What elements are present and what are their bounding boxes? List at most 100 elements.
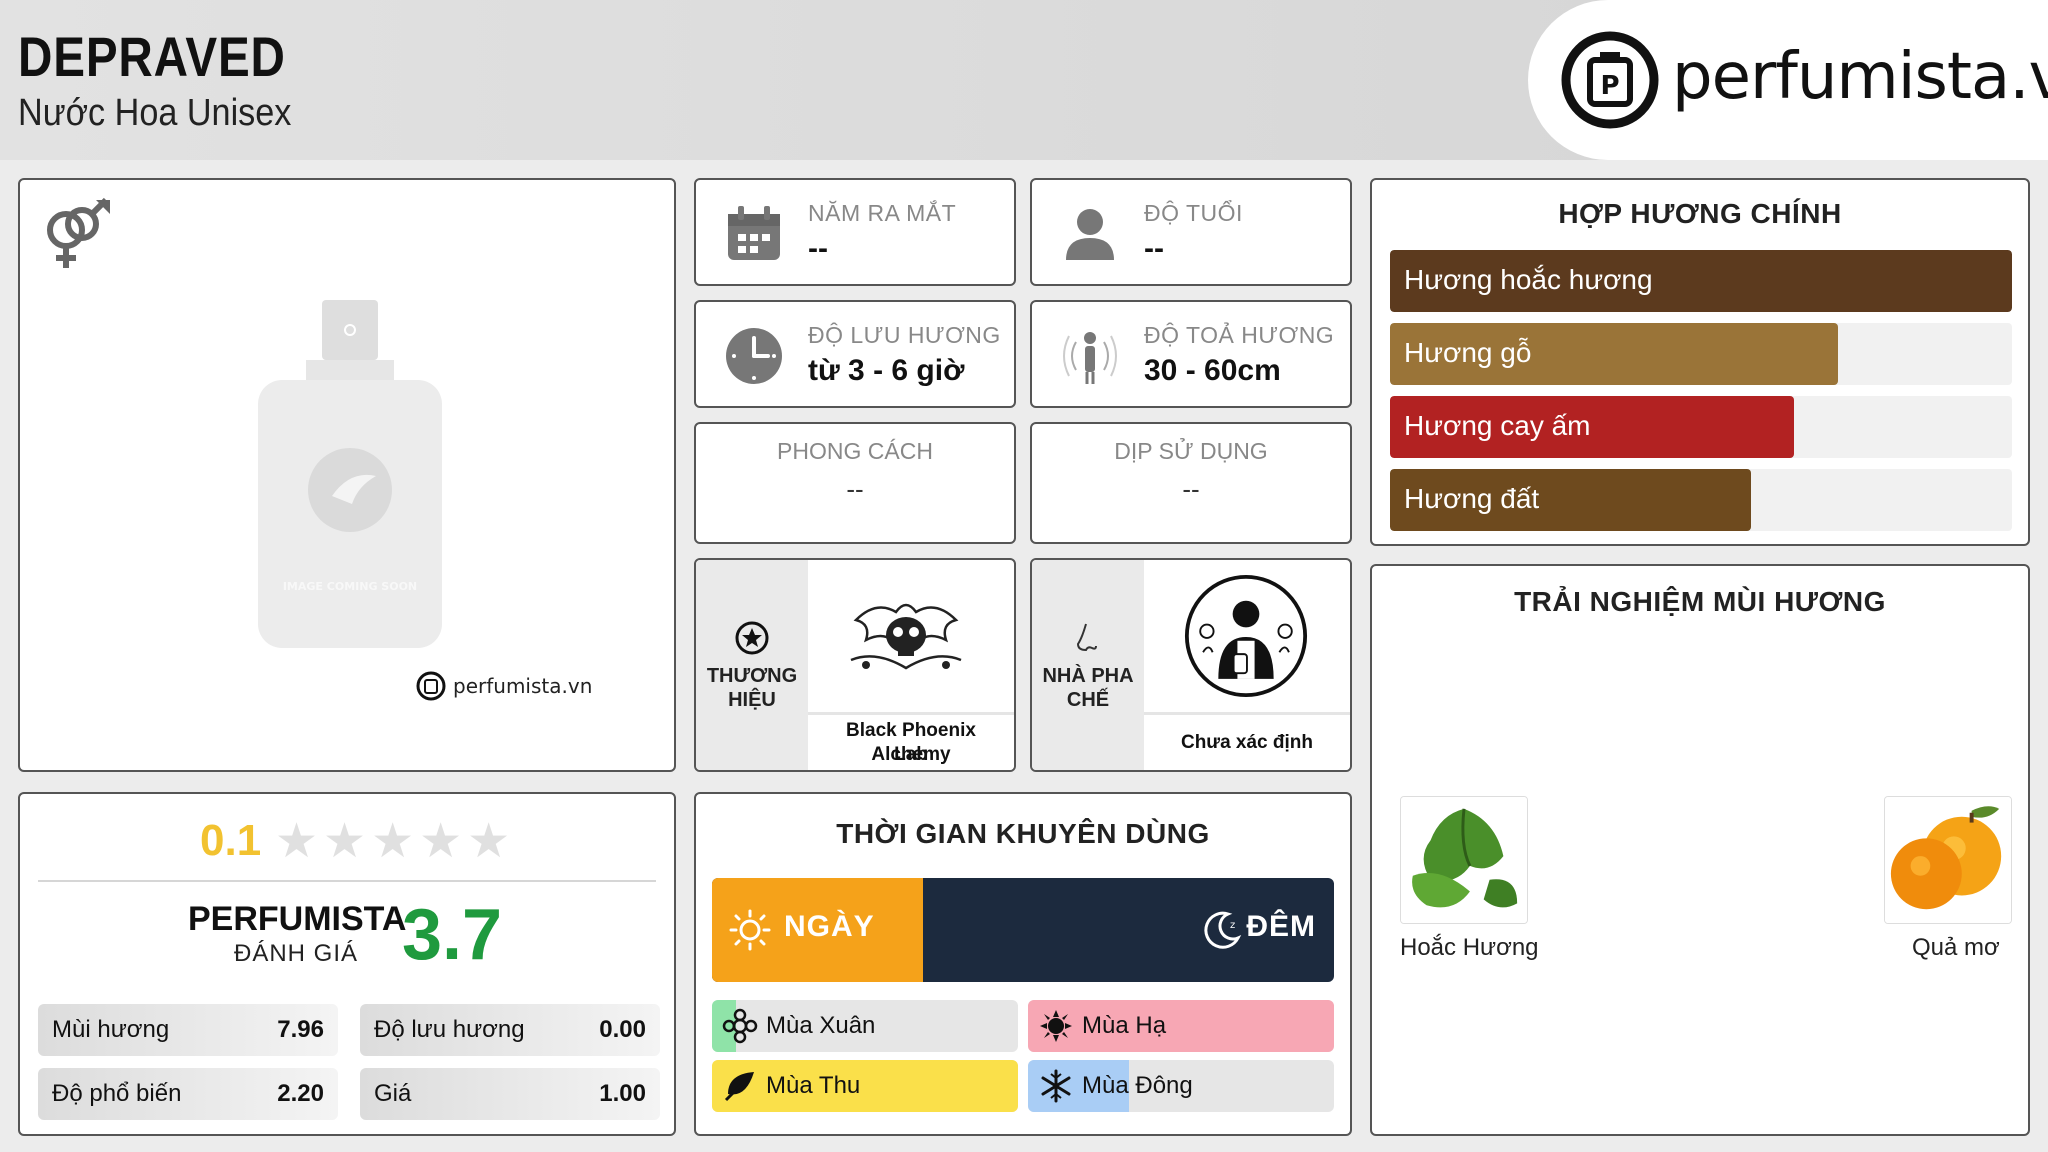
accord-bar[interactable]: Hương cay ấm: [1390, 396, 2012, 458]
sun-icon: [1038, 1008, 1074, 1044]
night-label: ĐÊM: [1246, 910, 1316, 943]
unisex-icon: [47, 197, 110, 268]
brand-logo-skull: [850, 603, 962, 670]
age-card: ĐỘ TUỔI --: [1030, 178, 1352, 286]
user-rating-stars[interactable]: ★ ★ ★ ★ ★: [275, 818, 510, 866]
moon-icon: z: [1204, 911, 1242, 949]
calendar-icon: [728, 206, 780, 260]
accord-bar[interactable]: Hương hoắc hương: [1390, 250, 2012, 312]
watermark-text: perfumista.vn: [453, 674, 593, 698]
recommended-time-card: THỜI GIAN KHUYÊN DÙNG NGÀY z ĐÊM Mùa Xuâ…: [694, 792, 1352, 1136]
rating-card: 0.1 ★ ★ ★ ★ ★ PERFUMISTA ĐÁNH GIÁ 3.7 Mùi hư…: [18, 792, 676, 1136]
season-label: Mùa Xuân: [766, 1012, 876, 1039]
patchouli-leaf-icon[interactable]: [1400, 796, 1528, 924]
svg-text:P: P: [1600, 71, 1619, 101]
perfumista-logo-text[interactable]: perfumista.vn: [1672, 40, 2048, 114]
sun-outline-icon: [729, 909, 771, 951]
release-year-value: --: [808, 232, 828, 265]
metric-scent: Mùi hương 7.96: [38, 1004, 338, 1056]
accord-label: Hương gỗ: [1404, 337, 1532, 368]
longevity-card: ĐỘ LƯU HƯƠNG từ 3 - 6 giờ: [694, 300, 1016, 408]
watermark-logo-icon: [416, 671, 446, 701]
perfume-title: DEPRAVED: [18, 25, 286, 88]
accord-label: Hương đất: [1404, 483, 1540, 514]
rating-star-icon[interactable]: ★: [419, 818, 462, 866]
time-title: THỜI GIAN KHUYÊN DÙNG: [836, 818, 1210, 849]
metric-price-value: 1.00: [599, 1080, 646, 1107]
note-label-apricot: Quả mơ: [1912, 934, 2000, 961]
rating-star-icon[interactable]: ★: [323, 818, 366, 866]
accord-bar[interactable]: Hương gỗ: [1390, 323, 2012, 385]
style-label: PHONG CÁCH: [777, 438, 933, 464]
rating-star-icon[interactable]: ★: [275, 818, 318, 866]
rating-divider: [38, 880, 656, 882]
longevity-value: từ 3 - 6 giờ: [808, 354, 965, 387]
metric-popularity-label: Độ phổ biến: [52, 1080, 182, 1107]
day-label: NGÀY: [784, 910, 875, 943]
perfumer-card[interactable]: NHÀ PHA CHẾ Chưa xác định: [1030, 558, 1352, 772]
brand-label-line2: HIỆU: [728, 689, 776, 711]
clock-icon: [726, 328, 782, 384]
perfumer-label-line1: NHÀ PHA: [1042, 665, 1134, 687]
season-bar: Mùa Hạ: [1028, 1000, 1334, 1052]
brand-name-footer: Black Phoenix Alchemy Lab: [808, 712, 1014, 770]
brand-card[interactable]: THƯƠNG HIỆU Black Phoenix Alchemy Lab: [694, 558, 1016, 772]
main-accords-card: HỢP HƯƠNG CHÍNH Hương hoắc hương Hương gỗ…: [1370, 178, 2030, 546]
leaf-icon: [722, 1068, 758, 1104]
metric-longevity: Độ lưu hương 0.00: [360, 1004, 660, 1056]
metric-popularity: Độ phổ biến 2.20: [38, 1068, 338, 1120]
metric-longevity-label: Độ lưu hương: [374, 1016, 525, 1043]
perfumer-name: Chưa xác định: [1180, 732, 1313, 753]
style-value: --: [846, 474, 864, 504]
season-label: Mùa Thu: [766, 1072, 861, 1099]
rating-star-icon[interactable]: ★: [467, 818, 510, 866]
bottle-placeholder-image: IMAGE COMING SOON: [258, 300, 442, 648]
perfumer-avatar: [1184, 574, 1308, 698]
perfumer-label-line2: CHẾ: [1066, 689, 1110, 711]
metric-scent-label: Mùi hương: [52, 1016, 170, 1043]
occasion-label: DỊP SỬ DỤNG: [1114, 438, 1268, 464]
season-bar: Mùa Đông: [1028, 1060, 1334, 1112]
day-night-bar: NGÀY z ĐÊM: [712, 878, 1334, 982]
star-circle-icon: [735, 621, 769, 655]
style-card: PHONG CÁCH --: [694, 422, 1016, 544]
accords-title: HỢP HƯƠNG CHÍNH: [1558, 198, 1842, 229]
accord-bar[interactable]: Hương đất: [1390, 469, 2012, 531]
perfume-image-card: IMAGE COMING SOON perfumista.vn: [18, 178, 676, 772]
season-bar: Mùa Thu: [712, 1060, 1018, 1112]
spring-flower-icon: [722, 1008, 758, 1044]
scent-notes-card: TRẢI NGHIỆM MÙI HƯƠNG Hoắc Hương Quả mơ: [1370, 564, 2030, 1136]
perfume-subtitle: Nước Hoa Unisex: [18, 92, 292, 134]
bottle-caption: IMAGE COMING SOON: [283, 580, 417, 593]
perfumista-rating-score: 3.7: [402, 895, 503, 975]
brand-name-line2: Lab: [894, 744, 928, 765]
svg-text:z: z: [1230, 920, 1235, 931]
metric-price-label: Giá: [374, 1080, 412, 1107]
metric-scent-value: 7.96: [277, 1016, 324, 1043]
accord-label: Hương cay ấm: [1404, 410, 1591, 441]
occasion-card: DỊP SỬ DỤNG --: [1030, 422, 1352, 544]
perfumista-rating-label: PERFUMISTA: [188, 900, 407, 938]
occasion-value: --: [1182, 474, 1200, 504]
sillage-icon: [1063, 332, 1117, 384]
nose-icon: [1076, 623, 1097, 652]
brand-label-line1: THƯƠNG: [706, 665, 798, 687]
sillage-label: ĐỘ TOẢ HƯƠNG: [1144, 322, 1335, 348]
season-label: Mùa Đông: [1082, 1072, 1193, 1099]
person-icon: [1066, 209, 1114, 260]
rating-star-icon[interactable]: ★: [371, 818, 414, 866]
apricot-icon[interactable]: [1884, 796, 2012, 924]
release-year-label: NĂM RA MẮT: [808, 200, 957, 226]
perfumer-name-footer: Chưa xác định: [1144, 712, 1350, 770]
perfumista-rating-sub: ĐÁNH GIÁ: [234, 940, 359, 967]
user-rating-score: 0.1: [200, 816, 262, 865]
snowflake-icon: [1038, 1068, 1074, 1104]
longevity-label: ĐỘ LƯU HƯƠNG: [808, 322, 1001, 348]
metric-popularity-value: 2.20: [277, 1080, 324, 1107]
metric-price: Giá 1.00: [360, 1068, 660, 1120]
metric-longevity-value: 0.00: [599, 1016, 646, 1043]
note-label-patchouli: Hoắc Hương: [1400, 934, 1539, 961]
sillage-card: ĐỘ TOẢ HƯƠNG 30 - 60cm: [1030, 300, 1352, 408]
notes-title: TRẢI NGHIỆM MÙI HƯƠNG: [1514, 586, 1886, 617]
season-label: Mùa Hạ: [1082, 1012, 1167, 1039]
